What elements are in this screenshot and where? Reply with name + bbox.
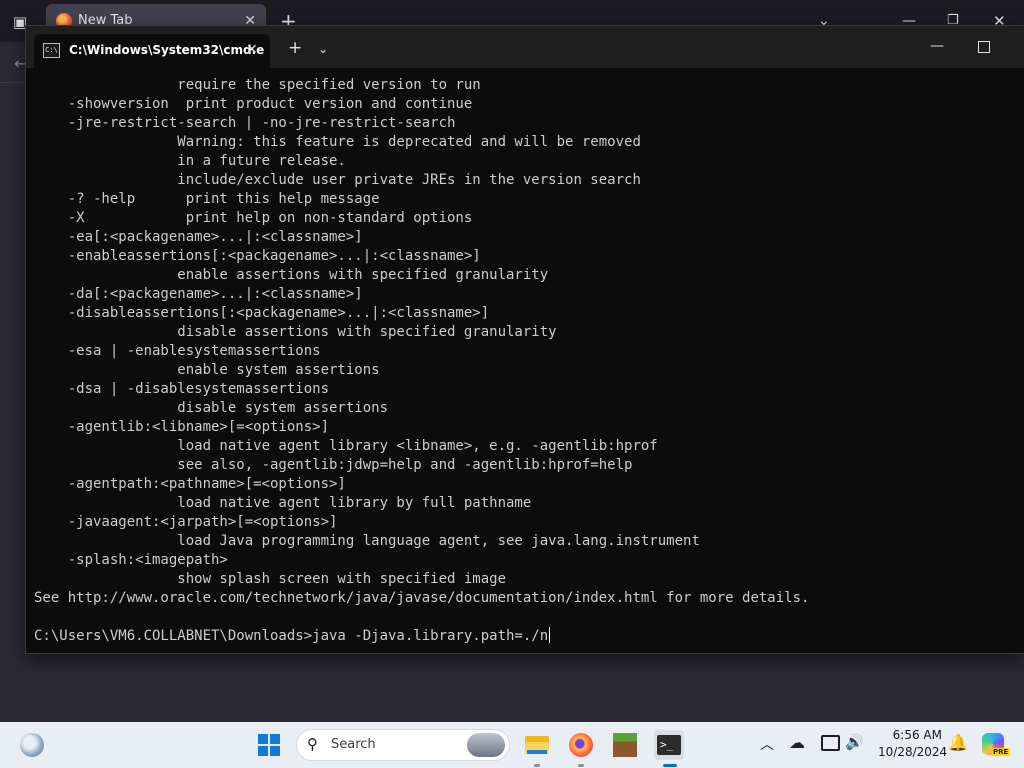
terminal-line: load native agent library <libname>, e.g… [34, 438, 658, 454]
terminal-line: enable system assertions [34, 362, 380, 378]
terminal-line: -jre-restrict-search | -no-jre-restrict-… [34, 115, 456, 131]
terminal-line: See http://www.oracle.com/technetwork/ja… [34, 590, 810, 606]
divider [0, 82, 26, 83]
onedrive-icon[interactable]: ☁ [789, 733, 805, 752]
clock-date[interactable]: 10/28/2024 [878, 745, 947, 759]
terminal-line: load Java programming language agent, se… [34, 533, 700, 549]
cmd-icon: C:\ [43, 43, 60, 58]
active-indicator [663, 764, 677, 767]
search-highlight-image [467, 733, 505, 757]
terminal-title-bar[interactable]: C:\ C:\Windows\System32\cmd.e ✕ + ⌄ — [26, 26, 1024, 68]
terminal-line: in a future release. [34, 153, 346, 169]
terminal-line: disable system assertions [34, 400, 389, 416]
terminal-window: C:\ C:\Windows\System32\cmd.e ✕ + ⌄ — re… [26, 26, 1024, 653]
grass-block-icon [613, 733, 637, 757]
terminal-line: -disableassertions[:<packagename>...|:<c… [34, 305, 490, 321]
terminal-line: C:\Users\VM6.COLLABNET\Downloads>java -D… [34, 627, 551, 644]
file-explorer-app[interactable] [522, 730, 552, 760]
network-icon[interactable] [821, 735, 840, 751]
terminal-app[interactable]: >_ [654, 730, 684, 760]
terminal-minimize-button[interactable]: — [930, 36, 944, 56]
terminal-line: require the specified version to run [34, 77, 481, 93]
clock-time[interactable]: 6:56 AM [880, 728, 942, 742]
terminal-line: -enableassertions[:<packagename>...|:<cl… [34, 248, 481, 264]
taskbar: ⚲ Search >_ ︿ ☁ 🔊 6:56 AM 10/28/2024 🔔 P… [0, 722, 1024, 768]
terminal-line: -agentlib:<libname>[=<options>] [34, 419, 330, 435]
terminal-line: -agentpath:<pathname>[=<options>] [34, 476, 346, 492]
search-icon: ⚲ [307, 735, 318, 753]
folder-icon [527, 750, 547, 754]
firefox-icon [569, 733, 593, 757]
copilot-preview-badge: PRE [991, 748, 1011, 756]
terminal-line: include/exclude user private JREs in the… [34, 172, 641, 188]
terminal-line: -esa | -enablesystemassertions [34, 343, 321, 359]
terminal-line: -da[:<packagename>...|:<classname>] [34, 286, 363, 302]
widgets-icon[interactable] [20, 733, 44, 757]
terminal-tab-cmd[interactable]: C:\ C:\Windows\System32\cmd.e ✕ [34, 34, 270, 68]
terminal-line: -splash:<imagepath> [34, 552, 228, 568]
terminal-line: -ea[:<packagename>...|:<classname>] [34, 229, 363, 245]
minecraft-app[interactable] [610, 730, 640, 760]
chevron-up-icon[interactable]: ︿ [760, 734, 774, 754]
close-icon[interactable]: ✕ [246, 41, 258, 59]
terminal-line: enable assertions with specified granula… [34, 267, 549, 283]
terminal-line: -X print help on non-standard options [34, 210, 473, 226]
firefox-app[interactable] [566, 730, 596, 760]
windows-logo-icon [270, 746, 280, 756]
windows-logo-icon [270, 734, 280, 744]
terminal-maximize-button[interactable] [978, 41, 990, 53]
start-button[interactable] [258, 734, 280, 756]
terminal-line: Warning: this feature is deprecated and … [34, 134, 641, 150]
terminal-new-tab-button[interactable]: + [288, 38, 302, 58]
terminal-tab-title: C:\Windows\System32\cmd.e [69, 43, 265, 57]
windows-logo-icon [258, 734, 268, 744]
running-indicator [534, 764, 540, 767]
terminal-line: -dsa | -disablesystemassertions [34, 381, 330, 397]
terminal-line: load native agent library by full pathna… [34, 495, 532, 511]
terminal-output[interactable]: require the specified version to run -sh… [34, 76, 1014, 646]
text-cursor [549, 627, 551, 643]
running-indicator [578, 764, 584, 767]
taskbar-search[interactable]: ⚲ Search [296, 729, 510, 761]
terminal-line: -showversion print product version and c… [34, 96, 473, 112]
terminal-line: show splash screen with specified image [34, 571, 507, 587]
search-label: Search [331, 737, 376, 752]
terminal-line: -javaagent:<jarpath>[=<options>] [34, 514, 338, 530]
terminal-icon: >_ [657, 735, 681, 755]
terminal-line: see also, -agentlib:jdwp=help and -agent… [34, 457, 633, 473]
notification-bell-icon[interactable]: 🔔 [948, 733, 968, 752]
chevron-down-icon[interactable]: ⌄ [318, 39, 328, 59]
volume-icon[interactable]: 🔊 [845, 733, 864, 751]
terminal-line: disable assertions with specified granul… [34, 324, 557, 340]
windows-logo-icon [258, 746, 268, 756]
terminal-line: -? -help print this help message [34, 191, 380, 207]
